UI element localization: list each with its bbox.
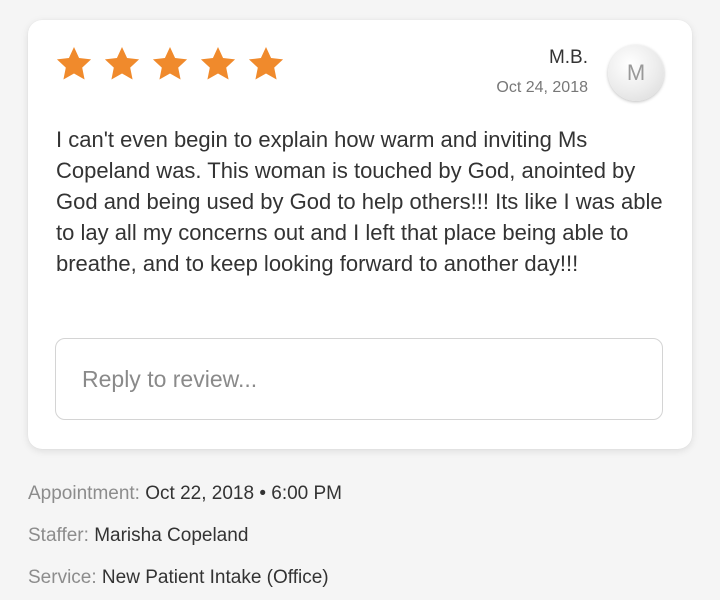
- star-rating: [54, 44, 286, 84]
- avatar-initial: M: [626, 60, 646, 85]
- reviewer-name: M.B.: [548, 47, 588, 68]
- star-icon: [150, 44, 190, 84]
- avatar: M: [608, 45, 664, 101]
- star-icon: [198, 44, 238, 84]
- staffer-row: Staffer: Marisha Copeland: [28, 524, 248, 548]
- review-date: Oct 24, 2018: [496, 79, 588, 96]
- reviewer-info: M.B. Oct 24, 2018: [496, 46, 588, 98]
- service-label: Service:: [28, 567, 97, 588]
- appointment-label: Appointment:: [28, 483, 140, 504]
- staffer-label: Staffer:: [28, 525, 89, 546]
- appointment-value: Oct 22, 2018 • 6:00 PM: [145, 483, 343, 504]
- star-icon: [54, 44, 94, 84]
- star-icon: [102, 44, 142, 84]
- star-icon: [246, 44, 286, 84]
- review-card: M.B. Oct 24, 2018 M I can't even begin t…: [28, 20, 692, 449]
- reply-input[interactable]: [55, 338, 663, 420]
- staffer-value: Marisha Copeland: [94, 525, 249, 546]
- service-value: New Patient Intake (Office): [101, 567, 329, 588]
- appointment-row: Appointment: Oct 22, 2018 • 6:00 PM: [28, 482, 342, 506]
- service-row: Service: New Patient Intake (Office): [28, 566, 329, 590]
- review-text: I can't even begin to explain how warm a…: [56, 127, 663, 276]
